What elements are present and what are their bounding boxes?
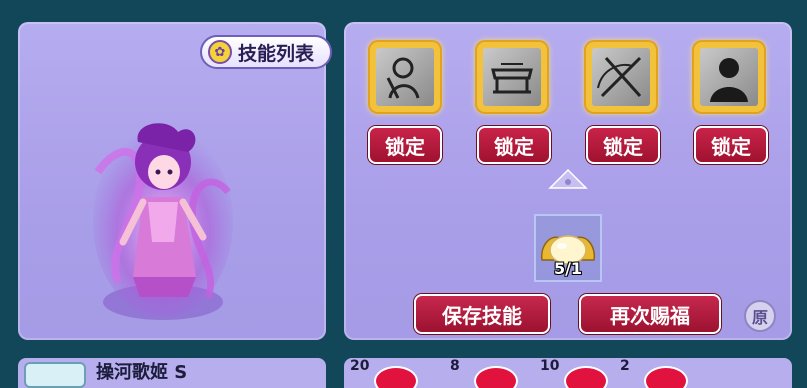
stat-oval: [564, 366, 608, 388]
stat-cell-1: 20: [344, 358, 444, 388]
original-button[interactable]: 原: [744, 300, 776, 332]
skill-list-badge-icon: ✿: [208, 40, 232, 64]
lock-button-2[interactable]: 锁定: [477, 126, 551, 164]
stat-value: 2: [620, 358, 630, 374]
save-skills-button[interactable]: 保存技能: [414, 294, 550, 334]
item-slot[interactable]: 5/1: [534, 214, 602, 282]
robed-figure-icon: [700, 48, 758, 106]
scroll-banner-icon: [483, 48, 541, 106]
lock-button-3[interactable]: 锁定: [586, 126, 660, 164]
stat-oval: [374, 366, 418, 388]
item-count: 5/1: [553, 259, 583, 278]
skill-panel: 锁定 锁定 锁定 锁定 5/1 保存技能 再次赐福 原: [344, 22, 792, 340]
skill-slot-1[interactable]: [370, 42, 440, 112]
crossed-swords-icon: [592, 48, 650, 106]
skill-slot-2[interactable]: [477, 42, 547, 112]
skill-slot-4[interactable]: [694, 42, 764, 112]
stat-value: 20: [350, 358, 370, 374]
stat-row: 20 8 10 2: [344, 358, 792, 388]
pet-avatar: [24, 362, 86, 388]
skill-list-button[interactable]: ✿ 技能列表: [200, 35, 332, 69]
skill-slot-3[interactable]: [586, 42, 656, 112]
up-arrow-icon: [548, 168, 588, 189]
stat-value: 10: [540, 358, 560, 374]
stat-cell-4: 2: [614, 358, 714, 388]
stat-oval: [474, 366, 518, 388]
stat-oval: [644, 366, 688, 388]
human-silhouette-icon: [376, 48, 434, 106]
bless-again-button[interactable]: 再次赐福: [579, 294, 721, 334]
character-sprite: [93, 123, 233, 320]
pet-name: 操河歌姬 S: [96, 362, 188, 383]
skill-list-label: 技能列表: [238, 42, 315, 65]
stat-value: 8: [450, 358, 460, 374]
character-panel: ✿ 技能列表 操河歌姬 S: [18, 22, 332, 340]
pet-list-row[interactable]: 操河歌姬 S: [18, 358, 326, 388]
stat-cell-2: 8: [444, 358, 544, 388]
lock-button-1[interactable]: 锁定: [368, 126, 442, 164]
lock-button-4[interactable]: 锁定: [694, 126, 768, 164]
